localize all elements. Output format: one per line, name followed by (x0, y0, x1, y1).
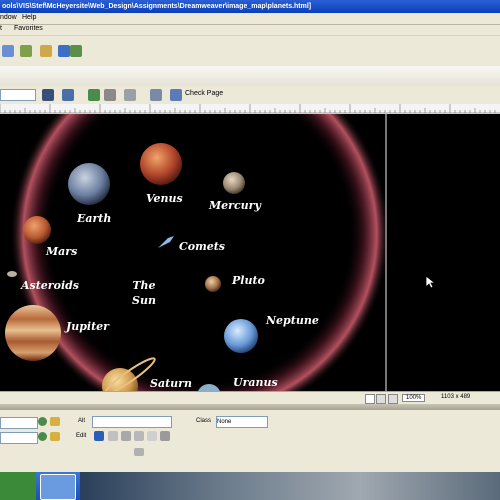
uranus-label: Uranus (233, 376, 278, 389)
earth-planet[interactable] (68, 163, 110, 205)
optimize-icon[interactable] (108, 431, 118, 441)
zoom-select[interactable]: 100% (402, 394, 426, 402)
hand-tool-icon[interactable] (376, 394, 386, 404)
mouse-cursor-icon (425, 275, 435, 289)
mercury-planet[interactable] (223, 172, 245, 194)
insert-bar-tabs: t Favorites (0, 25, 500, 35)
neptune-planet[interactable] (224, 319, 258, 353)
neptune-label: Neptune (266, 314, 319, 327)
mars-label: Mars (46, 245, 78, 258)
class-label: Class (196, 418, 212, 424)
check-page-button[interactable]: Check Page (185, 90, 223, 97)
pluto-planet[interactable] (205, 276, 221, 292)
comets-label: Comets (179, 240, 226, 253)
template-icon[interactable] (40, 45, 52, 57)
toolbar-gap (0, 66, 500, 86)
menu-window[interactable]: ndow (0, 14, 17, 21)
title-bar: ools\VIS\Stef\McHeyersite\Web_Design\Ass… (0, 0, 500, 13)
edit-image-icon[interactable] (94, 431, 104, 441)
refresh-icon[interactable] (88, 89, 100, 101)
desktop-wallpaper-strip (80, 472, 500, 500)
tab-text[interactable]: t (0, 25, 2, 32)
map-name-field[interactable] (0, 417, 38, 429)
menu-bar: ndow Help (0, 13, 500, 25)
brightness-icon[interactable] (147, 431, 157, 441)
venus-planet[interactable] (140, 143, 182, 185)
taskbar-app-icon[interactable] (40, 474, 76, 500)
document-toolbar: Check Page (0, 86, 500, 105)
class-select-value: None (217, 419, 232, 425)
crop-icon[interactable] (121, 431, 131, 441)
mars-planet[interactable] (23, 216, 51, 244)
ruler-ticks (0, 104, 500, 114)
file-management-icon[interactable] (42, 89, 54, 101)
browse-folder-icon[interactable] (50, 432, 60, 441)
visual-aids-icon[interactable] (124, 89, 136, 101)
title-field[interactable] (0, 89, 36, 101)
earth-label: Earth (77, 212, 112, 225)
menu-help[interactable]: Help (22, 14, 36, 21)
sharpen-icon[interactable] (160, 431, 170, 441)
alt-input[interactable] (92, 416, 172, 428)
tree-icon[interactable] (20, 45, 32, 57)
document-icon[interactable] (58, 45, 70, 57)
view-options-icon[interactable] (104, 89, 116, 101)
design-view-canvas[interactable]: Venus Mercury Earth Comets Mars Pluto As… (0, 114, 385, 391)
start-button[interactable] (0, 472, 36, 500)
zoom-tool-icon[interactable] (388, 394, 398, 404)
jupiter-planet[interactable] (5, 305, 61, 361)
layer-icon[interactable] (2, 45, 14, 57)
asteroid-shape[interactable] (7, 271, 17, 277)
jupiter-label: Jupiter (66, 320, 109, 333)
canvas-empty-area[interactable] (385, 114, 500, 391)
check-page-icon[interactable] (170, 89, 182, 101)
preview-icon[interactable] (62, 89, 74, 101)
edit-label: Edit (76, 433, 87, 439)
point-to-link-icon[interactable] (38, 432, 47, 441)
alt-label: Alt (78, 418, 86, 424)
mercury-label: Mercury (209, 199, 261, 212)
folder-icon[interactable] (50, 417, 60, 426)
taskbar (0, 472, 500, 500)
tab-favorites[interactable]: Favorites (14, 25, 43, 32)
saturn-label: Saturn (150, 377, 192, 390)
window-title: ools\VIS\Stef\McHeyersite\Web_Design\Ass… (2, 3, 312, 10)
status-bar: 100% 1103 x 489 (0, 391, 500, 404)
venus-label: Venus (146, 192, 183, 205)
class-select[interactable]: None (216, 416, 268, 428)
properties-panel: Alt Class None Edit (0, 410, 500, 472)
select-tool-icon[interactable] (365, 394, 375, 404)
point-to-file-icon[interactable] (38, 417, 47, 426)
sun-label: The Sun (132, 279, 156, 307)
asteroids-label: Asteroids (21, 279, 80, 292)
insert-toolbar (0, 36, 500, 67)
window-size[interactable]: 1103 x 489 (441, 394, 470, 400)
resample-icon[interactable] (134, 431, 144, 441)
pluto-label: Pluto (232, 274, 265, 287)
copy-icon[interactable] (70, 45, 82, 57)
validate-icon[interactable] (150, 89, 162, 101)
alignment-icon[interactable] (134, 448, 144, 456)
link-field[interactable] (0, 432, 38, 444)
